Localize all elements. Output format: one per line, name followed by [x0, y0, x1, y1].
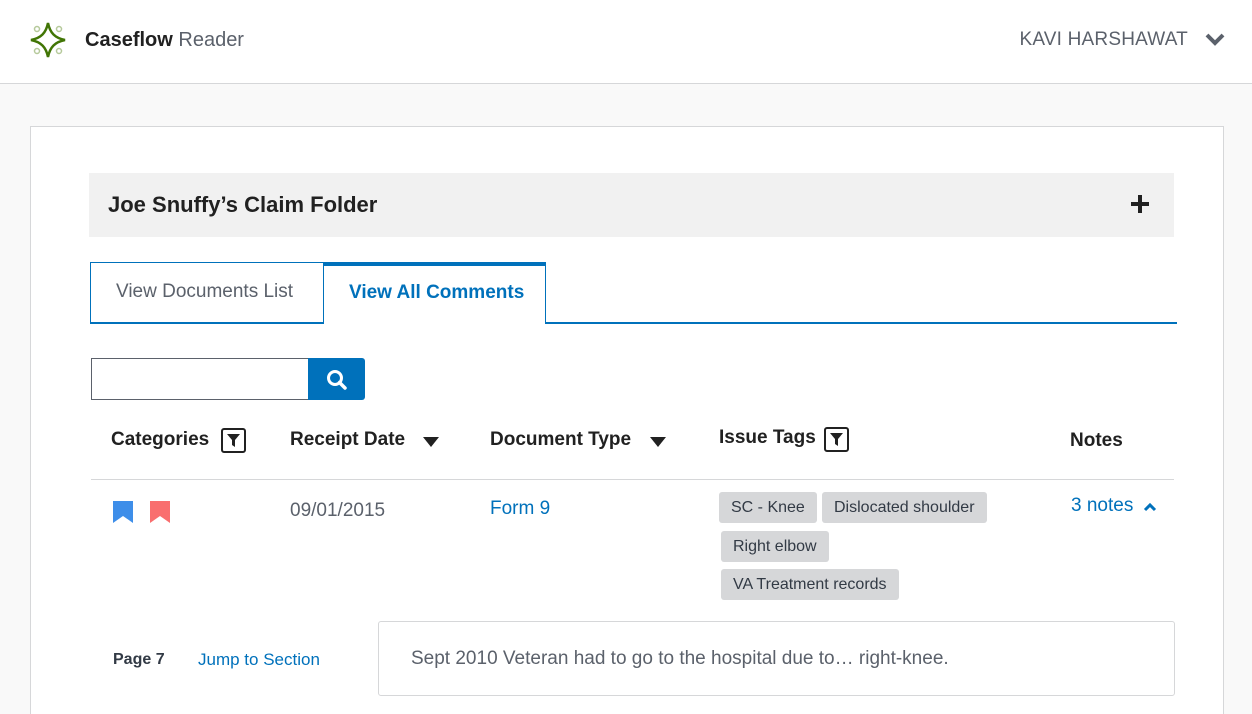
sort-down-icon[interactable] [650, 437, 666, 447]
tab-label: View All Comments [349, 282, 525, 303]
tab-view-all-comments[interactable]: View All Comments [323, 262, 546, 324]
jump-to-section-link[interactable]: Jump to Section [198, 648, 320, 672]
comment-box: Sept 2010 Veteran had to go to the hospi… [378, 621, 1175, 696]
tab-view-documents-list[interactable]: View Documents List [90, 262, 325, 324]
claim-folder-header[interactable]: Joe Snuffy’s Claim Folder [89, 173, 1174, 237]
document-type-link[interactable]: Form 9 [490, 497, 550, 521]
comment-text: Sept 2010 Veteran had to go to the hospi… [411, 648, 949, 669]
search-icon [327, 370, 347, 390]
user-menu-name[interactable]: KAVI HARSHAWAT [1019, 28, 1188, 52]
caseflow-logo-icon [30, 22, 66, 58]
app-subtitle: Reader [178, 29, 244, 51]
column-header-receipt-date[interactable]: Receipt Date [290, 428, 405, 452]
table-divider [91, 479, 1174, 480]
issue-tag: Dislocated shoulder [822, 492, 987, 523]
red-bookmark-icon[interactable] [149, 500, 171, 524]
column-header-categories: Categories [111, 429, 210, 450]
issue-tag: SC - Knee [719, 492, 817, 523]
notes-toggle-link[interactable]: 3 notes [1071, 494, 1133, 518]
sort-down-icon[interactable] [423, 437, 439, 447]
blue-bookmark-icon[interactable] [112, 500, 134, 524]
tab-label: View Documents List [116, 281, 294, 302]
search-button[interactable] [308, 358, 365, 400]
column-header-issue-tags: Issue Tags [719, 427, 816, 448]
folder-title: Joe Snuffy’s Claim Folder [108, 192, 378, 217]
receipt-date-cell: 09/01/2015 [290, 500, 386, 521]
tab-divider [545, 322, 1177, 324]
search-input[interactable] [91, 358, 309, 400]
column-header-notes: Notes [1070, 430, 1123, 451]
column-header-document-type[interactable]: Document Type [490, 428, 631, 452]
comment-page-number: Page 7 [113, 651, 165, 668]
app-name: Caseflow [85, 29, 173, 51]
issue-tag: VA Treatment records [721, 569, 899, 600]
issue-tag: Right elbow [721, 531, 829, 562]
app-title[interactable]: Caseflow Reader [85, 28, 244, 52]
top-navigation-bar: Caseflow Reader KAVI HARSHAWAT [0, 0, 1252, 84]
chevron-down-icon[interactable] [1204, 30, 1226, 48]
expand-plus-icon[interactable] [1130, 194, 1150, 214]
filter-icon[interactable] [824, 427, 849, 452]
tab-divider [90, 322, 324, 324]
chevron-up-icon[interactable] [1143, 502, 1157, 512]
filter-icon[interactable] [221, 428, 246, 453]
